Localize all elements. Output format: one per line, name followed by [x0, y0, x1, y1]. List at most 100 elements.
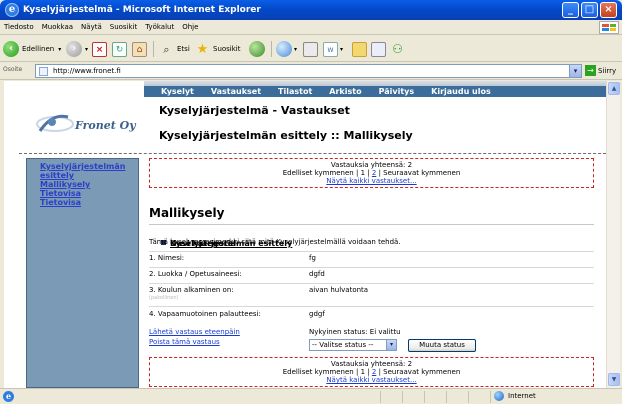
menu-bar: Tiedosto Muokkaa Näytä Suosikit Työkalut Ohje: [0, 20, 622, 35]
home-button[interactable]: ⌂: [132, 40, 147, 58]
messenger-icon: ⚇: [392, 41, 403, 56]
chevron-down-icon[interactable]: ▾: [386, 340, 396, 350]
show-all-answers-link[interactable]: Näytä kaikki vastaukset...: [326, 177, 416, 185]
scroll-up-icon[interactable]: ▲: [608, 82, 620, 95]
nav-tilastot[interactable]: Tilastot: [278, 87, 312, 96]
menu-favorites[interactable]: Suosikit: [106, 20, 142, 34]
page-1-link[interactable]: 1: [361, 368, 365, 376]
page-2-link[interactable]: 2: [372, 368, 376, 376]
page-1-link[interactable]: 1: [361, 169, 365, 177]
dropdown-arrow-icon[interactable]: ▾: [85, 46, 88, 53]
close-button[interactable]: ×: [600, 2, 617, 18]
required-hint: (pakollinen): [149, 295, 179, 301]
forward-arrow-icon: ›: [66, 41, 82, 57]
scroll-down-icon[interactable]: ▼: [608, 373, 620, 386]
pager-top: Vastauksia yhteensä: 2 Edelliset kymmene…: [149, 158, 594, 188]
sidebar-sub-item[interactable]: Mallikysely: [31, 180, 133, 189]
media-button[interactable]: [249, 40, 265, 58]
site-header: Kyselyt Vastaukset Tilastot Arkisto Päivitys…: [19, 81, 606, 153]
answer-count: Vastauksia yhteensä: 2: [330, 161, 413, 169]
next-ten-link[interactable]: Seuraavat kymmenen: [383, 368, 460, 376]
nav-logout[interactable]: Kirjaudu ulos: [431, 87, 491, 96]
messenger-button[interactable]: ⚇: [390, 40, 405, 58]
status-select[interactable]: -- Valitse status -- ▾: [309, 339, 397, 351]
menu-help[interactable]: Ohje: [178, 20, 202, 34]
maximize-button[interactable]: □: [581, 2, 598, 18]
question-label: 3. Koulun alkaminen on:: [149, 286, 234, 294]
pager-sep: |: [378, 169, 381, 177]
security-zone: Internet: [494, 391, 536, 401]
survey-title: Mallikysely: [149, 206, 225, 220]
go-button[interactable]: → Siirry: [585, 65, 616, 76]
question-label: 2. Luokka / Opetusaineesi:: [149, 270, 242, 278]
search-button[interactable]: ⌕ Etsi: [159, 40, 189, 58]
dropdown-arrow-icon[interactable]: ▾: [294, 46, 297, 53]
research-icon: [371, 41, 386, 57]
survey-intro: Tämä kysely on esimerkki siitä mitä Kyse…: [149, 238, 401, 246]
pager-links: Edelliset kymmenen | 1 | 2 | Seuraavat k…: [150, 368, 593, 376]
sidebar-sub-item[interactable]: Tietovisa: [31, 189, 133, 198]
page-viewport: Kyselyt Vastaukset Tilastot Arkisto Päivitys…: [4, 81, 606, 388]
folder-icon: [352, 41, 367, 57]
pager-bottom: Vastauksia yhteensä: 2 Edelliset kymmene…: [149, 357, 594, 387]
pager-sep: |: [367, 368, 370, 376]
research-button[interactable]: [371, 40, 386, 58]
forward-button[interactable]: › ▾: [66, 40, 88, 58]
refresh-button[interactable]: ↻: [112, 40, 127, 58]
page-2-link[interactable]: 2: [372, 169, 376, 177]
logo-swoosh-icon: [36, 114, 74, 132]
change-status-button[interactable]: Muuta status: [408, 339, 476, 352]
forward-answer-link[interactable]: Lähetä vastaus eteenpäin: [149, 328, 240, 336]
site-nav: Kyselyt Vastaukset Tilastot Arkisto Päivitys…: [144, 86, 606, 97]
toolbar: ‹ Edellinen ▾ › ▾ × ↻ ⌂ ⌕ Etsi ★ Suosiki…: [0, 36, 622, 62]
question-label: 4. Vapaamuotoinen palautteesi:: [149, 310, 261, 318]
folder-button[interactable]: [352, 40, 367, 58]
media-icon: [249, 41, 265, 57]
sidebar-sub-item[interactable]: Tietovisa: [31, 198, 133, 207]
menu-view[interactable]: Näytä: [77, 20, 106, 34]
status-bar: e Internet: [0, 388, 622, 404]
show-all-answers-link[interactable]: Näytä kaikki vastaukset...: [326, 376, 416, 384]
menu-edit[interactable]: Muokkaa: [38, 20, 77, 34]
print-button[interactable]: [303, 40, 318, 58]
address-url[interactable]: http://www.fronet.fi: [53, 67, 121, 75]
window-title-bar: e Kyselyjärjestelmä - Microsoft Internet…: [0, 0, 622, 20]
back-button[interactable]: ‹ Edellinen ▾: [3, 40, 61, 58]
nav-arkisto[interactable]: Arkisto: [329, 87, 361, 96]
menu-tools[interactable]: Työkalut: [141, 20, 178, 34]
title-divider: [149, 224, 594, 225]
menu-file[interactable]: Tiedosto: [0, 20, 38, 34]
vertical-scrollbar[interactable]: ▲ ▼: [606, 81, 620, 388]
nav-kyselyt[interactable]: Kyselyt: [161, 87, 194, 96]
edit-button[interactable]: W ▾: [323, 40, 343, 58]
address-dropdown-icon[interactable]: ▾: [569, 65, 581, 77]
address-input[interactable]: http://www.fronet.fi ▾: [35, 64, 582, 78]
favorites-button[interactable]: ★ Suosikit: [195, 40, 241, 58]
search-icon: ⌕: [163, 42, 170, 56]
minimize-button[interactable]: _: [562, 2, 579, 18]
refresh-icon: ↻: [112, 41, 127, 57]
nav-vastaukset[interactable]: Vastaukset: [211, 87, 261, 96]
prev-ten-link[interactable]: Edelliset kymmenen: [283, 368, 354, 376]
back-arrow-icon: ‹: [3, 41, 19, 57]
prev-ten-link[interactable]: Edelliset kymmenen: [283, 169, 354, 177]
delete-answer-link[interactable]: Poista tämä vastaus: [149, 338, 220, 346]
web-page: Kyselyt Vastaukset Tilastot Arkisto Päivitys…: [19, 81, 606, 388]
next-ten-link[interactable]: Seuraavat kymmenen: [383, 169, 460, 177]
ie-icon: e: [5, 3, 19, 17]
pager-sep: |: [367, 169, 370, 177]
stop-icon: ×: [92, 41, 107, 57]
header-divider: [19, 153, 606, 154]
sidebar-sub-item[interactable]: Kyselyjärjestelmän esittely: [31, 162, 133, 180]
answer-value: dgfd: [309, 270, 325, 278]
dropdown-arrow-icon[interactable]: ▾: [58, 46, 61, 53]
answer-count: Vastauksia yhteensä: 2: [330, 360, 413, 368]
history-button[interactable]: ▾: [276, 40, 297, 58]
dropdown-arrow-icon[interactable]: ▾: [340, 46, 343, 53]
nav-paivitys[interactable]: Päivitys: [379, 87, 415, 96]
home-icon: ⌂: [132, 41, 147, 57]
address-bar: Osoite http://www.fronet.fi ▾ → Siirry: [0, 62, 622, 80]
logo-text: Fronet Oy: [75, 119, 136, 132]
favorites-label: Suosikit: [213, 45, 241, 53]
stop-button[interactable]: ×: [92, 40, 107, 58]
